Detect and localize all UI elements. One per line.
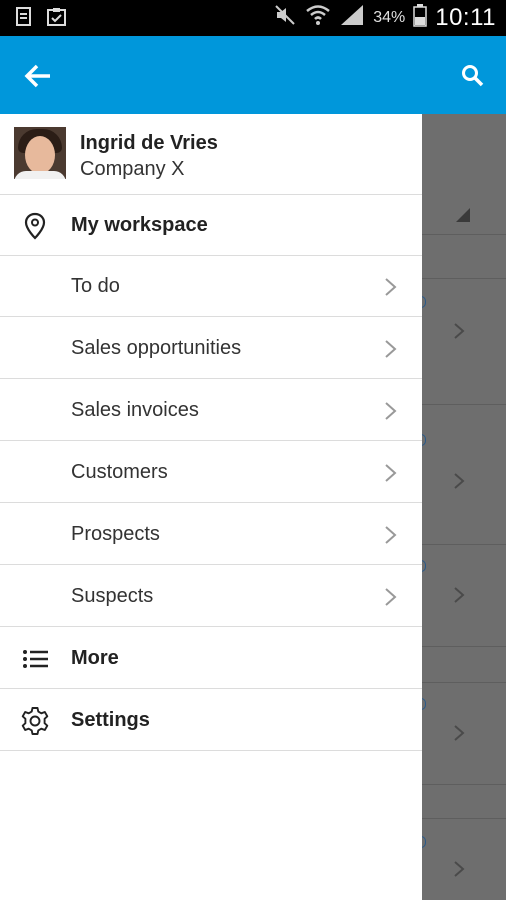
- clock-time: 10:11: [435, 3, 496, 31]
- menu-item-label: Prospects: [71, 523, 160, 545]
- chevron-right-icon: [454, 861, 465, 877]
- location-pin-icon: [20, 211, 50, 241]
- battery-percent: 34%: [373, 8, 406, 26]
- navigation-drawer: Ingrid de Vries Company X My workspace T…: [0, 114, 422, 900]
- menu-item-label: Sales invoices: [71, 399, 199, 421]
- clipboard-icon: [46, 6, 68, 33]
- menu-item-sales-invoices[interactable]: Sales invoices: [0, 380, 422, 441]
- menu-item-settings[interactable]: Settings: [0, 690, 422, 751]
- list-icon: [20, 644, 50, 674]
- profile-name: Ingrid de Vries: [80, 132, 218, 154]
- chevron-right-icon: [454, 323, 465, 339]
- menu-item-prospects[interactable]: Prospects: [0, 504, 422, 565]
- bg-divider: [420, 544, 506, 545]
- chevron-right-icon: [385, 588, 397, 606]
- bg-divider: [420, 278, 506, 279]
- chevron-right-icon: [385, 340, 397, 358]
- dropdown-triangle-icon: [456, 208, 470, 222]
- menu-item-my-workspace[interactable]: My workspace: [0, 195, 422, 256]
- menu-item-suspects[interactable]: Suspects: [0, 566, 422, 627]
- menu-item-more[interactable]: More: [0, 628, 422, 689]
- search-icon[interactable]: [460, 63, 486, 89]
- menu-item-label: Settings: [71, 709, 150, 731]
- bg-divider: [420, 784, 506, 785]
- menu-item-label: Sales opportunities: [71, 337, 242, 359]
- menu-item-label: Suspects: [71, 585, 154, 607]
- profile-company: Company X: [80, 158, 185, 180]
- chevron-right-icon: [385, 402, 397, 420]
- document-icon: [14, 6, 36, 33]
- bg-divider: [420, 646, 506, 647]
- gear-icon: [20, 706, 50, 736]
- bg-divider: [420, 682, 506, 683]
- menu-item-label: More: [71, 647, 119, 669]
- chevron-right-icon: [454, 587, 465, 603]
- bg-divider: [420, 234, 506, 235]
- chevron-right-icon: [454, 473, 465, 489]
- app-bar: [0, 36, 506, 114]
- arrow-left-icon[interactable]: [22, 60, 54, 92]
- wifi-icon: [305, 3, 331, 32]
- signal-icon: [339, 3, 365, 32]
- chevron-right-icon: [454, 725, 465, 741]
- battery-icon: [413, 3, 427, 32]
- chevron-right-icon: [385, 464, 397, 482]
- avatar: [14, 127, 66, 179]
- bg-divider: [420, 818, 506, 819]
- bg-divider: [420, 404, 506, 405]
- menu-item-label: My workspace: [71, 214, 208, 236]
- menu-item-customers[interactable]: Customers: [0, 442, 422, 503]
- status-bar: 34% 10:11: [0, 0, 506, 36]
- profile-header[interactable]: Ingrid de Vries Company X: [0, 114, 422, 195]
- mute-icon: [273, 3, 297, 32]
- menu-item-label: Customers: [71, 461, 168, 483]
- chevron-right-icon: [385, 526, 397, 544]
- menu-item-to-do[interactable]: To do: [0, 256, 422, 317]
- menu-item-label: To do: [71, 275, 120, 297]
- chevron-right-icon: [385, 278, 397, 296]
- menu-item-sales-opportunities[interactable]: Sales opportunities: [0, 318, 422, 379]
